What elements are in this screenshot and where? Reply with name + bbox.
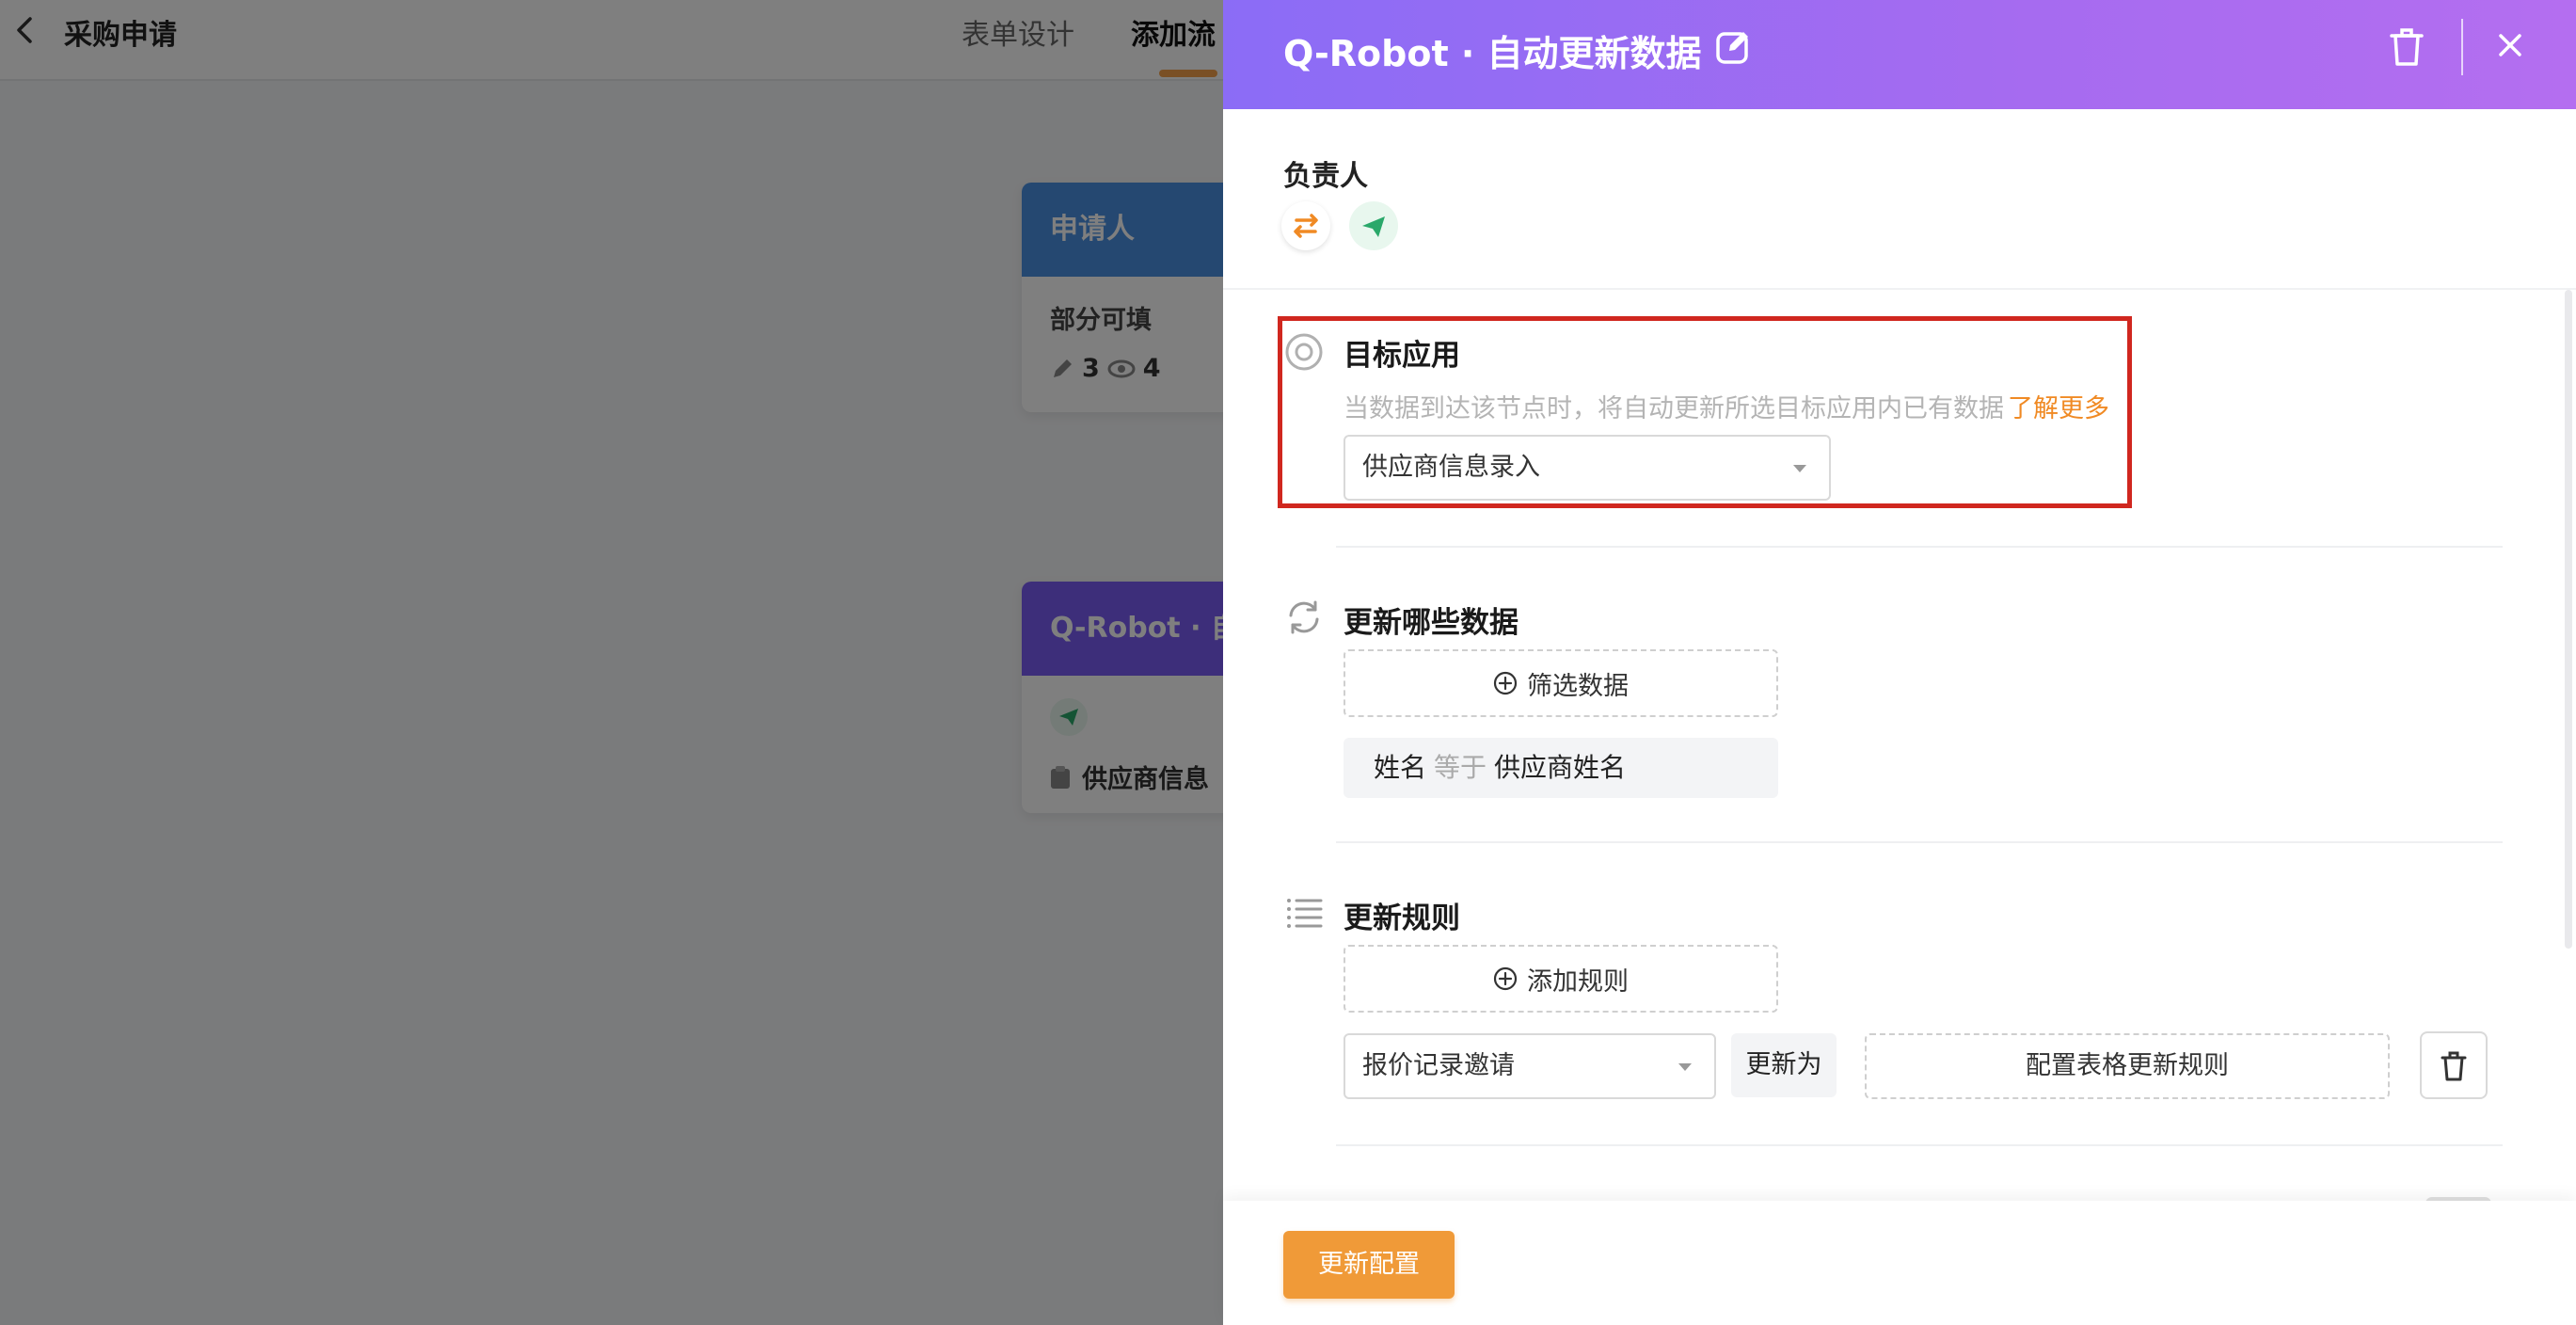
which-data-title: 更新哪些数据: [1344, 606, 1519, 640]
drawer-header: Q-Robot · 自动更新数据: [1223, 0, 2576, 109]
condition-field: 姓名: [1374, 752, 1427, 783]
filter-data-button[interactable]: 筛选数据: [1344, 649, 1778, 717]
update-rules-title: 更新规则: [1344, 902, 1460, 935]
modal-overlay[interactable]: [0, 0, 1223, 1325]
plus-circle-icon: [1493, 966, 1518, 991]
delete-rule-button[interactable]: [2420, 1031, 2488, 1099]
rule-field-value: 报价记录邀请: [1362, 1051, 1515, 1080]
header-divider: [2461, 19, 2463, 75]
filter-data-label: 筛选数据: [1527, 671, 1629, 701]
condition-value: 供应商姓名: [1494, 752, 1627, 783]
send-icon[interactable]: [1349, 201, 1398, 250]
drawer-title: Q-Robot · 自动更新数据: [1283, 33, 1702, 74]
configure-table-rule-button[interactable]: 配置表格更新规则: [1865, 1033, 2390, 1099]
section-divider: [1336, 546, 2503, 548]
drawer-footer: 更新配置: [1223, 1201, 2576, 1325]
condition-operator: 等于: [1434, 752, 1487, 783]
scrollbar[interactable]: [2565, 290, 2572, 949]
update-config-button[interactable]: 更新配置: [1283, 1231, 1455, 1299]
refresh-icon: [1289, 600, 1319, 634]
swap-icon[interactable]: [1281, 201, 1330, 250]
delete-node-icon[interactable]: [2388, 24, 2425, 68]
add-rule-label: 添加规则: [1527, 966, 1629, 997]
highlight-annotation: [1278, 316, 2132, 508]
owner-label: 负责人: [1283, 160, 1368, 193]
update-as-label: 更新为: [1731, 1033, 1837, 1097]
filter-condition[interactable]: 姓名 等于 供应商姓名: [1344, 738, 1778, 798]
edit-title-icon[interactable]: [1712, 26, 1754, 68]
trash-icon: [2441, 1051, 2467, 1081]
add-rule-button[interactable]: 添加规则: [1344, 945, 1778, 1013]
close-icon[interactable]: [2493, 28, 2527, 62]
node-config-drawer: Q-Robot · 自动更新数据 负责人 目标应用 当数据到达该节点时，将自动更…: [1223, 0, 2576, 1325]
section-divider: [1336, 841, 2503, 843]
plus-circle-icon: [1493, 671, 1518, 695]
rule-field-select[interactable]: 报价记录邀请: [1344, 1033, 1716, 1099]
list-icon: [1287, 899, 1323, 928]
section-separator: [1223, 288, 2576, 290]
section-divider: [1336, 1144, 2503, 1146]
chevron-down-icon: [1678, 1063, 1692, 1071]
